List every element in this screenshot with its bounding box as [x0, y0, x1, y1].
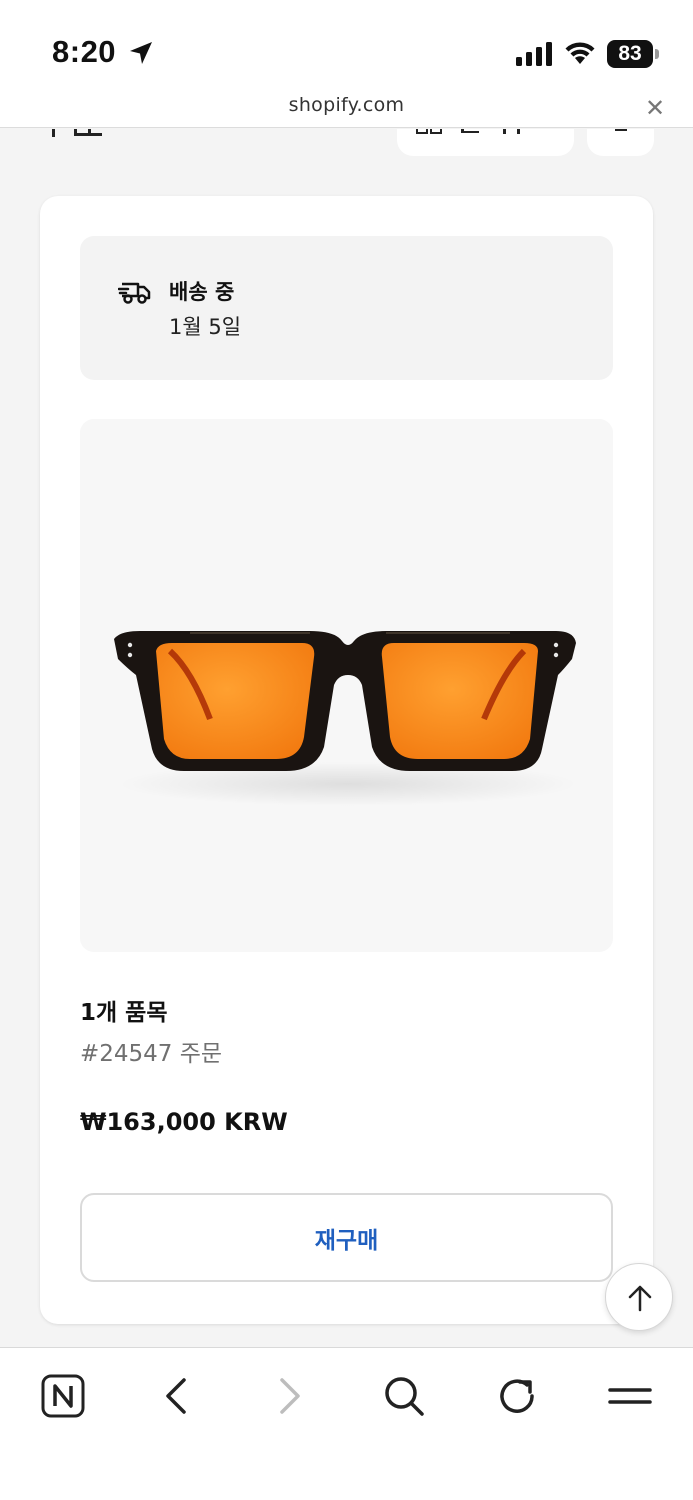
order-total: ₩163,000 KRW: [80, 1108, 288, 1136]
header-filter-button[interactable]: [397, 129, 574, 156]
status-time: 8:20: [52, 34, 117, 69]
cellular-signal-icon: [516, 42, 552, 66]
arrow-up-icon: [628, 1285, 652, 1312]
naver-home-icon[interactable]: [39, 1372, 87, 1420]
order-number: #24547 주문: [80, 1041, 223, 1067]
shipping-date: 1월 5일: [169, 315, 242, 339]
header-menu-button[interactable]: [587, 129, 654, 156]
wifi-icon: [565, 42, 595, 64]
delivery-truck-icon: [118, 282, 151, 304]
location-arrow-icon: [130, 42, 152, 64]
status-bar: 8:20 83: [0, 0, 693, 92]
battery-icon: 83: [607, 40, 659, 68]
item-count: 1개 품목: [80, 1000, 168, 1026]
header-title-fragment: [52, 129, 102, 137]
shipping-status-panel: 배송 중 1월 5일: [80, 236, 613, 380]
browser-toolbar: [0, 1347, 693, 1500]
scroll-to-top-button[interactable]: [605, 1263, 673, 1331]
product-image[interactable]: [80, 419, 613, 952]
battery-tip: [655, 49, 659, 59]
back-icon[interactable]: [152, 1372, 200, 1420]
page-header-clipped: [0, 129, 693, 189]
url-bar[interactable]: shopify.com ✕: [0, 92, 693, 128]
menu-line-fragment: [615, 129, 627, 131]
battery-percent: 83: [618, 42, 642, 65]
forward-icon[interactable]: [266, 1372, 314, 1420]
reload-icon[interactable]: [494, 1372, 542, 1420]
url-text[interactable]: shopify.com: [0, 94, 693, 116]
filter-label-fragment: [416, 129, 520, 134]
order-card: 배송 중 1월 5일 1개 품목 #24547 주문 ₩163,000 KRW …: [40, 196, 653, 1324]
sunglasses-image: [80, 419, 613, 952]
search-icon[interactable]: [380, 1372, 428, 1420]
shipping-status: 배송 중: [169, 280, 235, 304]
menu-icon[interactable]: [606, 1372, 654, 1420]
reorder-button[interactable]: 재구매: [80, 1193, 613, 1282]
close-icon[interactable]: ✕: [645, 94, 665, 122]
